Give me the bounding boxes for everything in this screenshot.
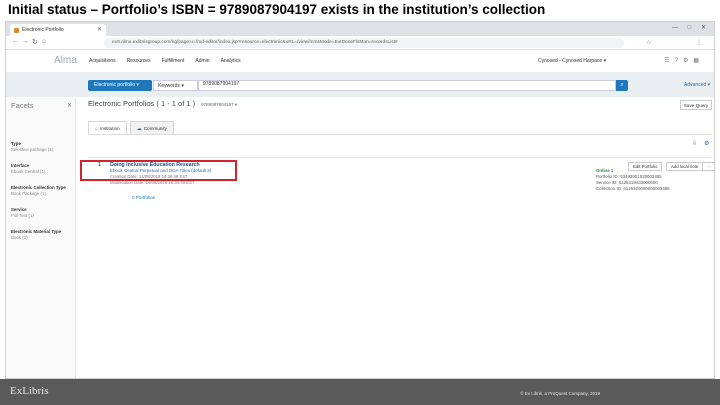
results-query[interactable]: 9789087904197 ▾ — [201, 102, 237, 107]
facet-value[interactable]: Ebook Central (1) — [11, 169, 75, 175]
settings-icon[interactable]: ⚙ — [704, 140, 709, 147]
availability-status[interactable]: Online 1 — [596, 168, 613, 173]
close-icon[interactable]: ✕ — [67, 102, 72, 109]
help-icon[interactable]: ? — [675, 58, 683, 64]
tab-label: Institution — [100, 126, 120, 131]
window-controls[interactable]: — □ ✕ — [672, 24, 710, 31]
reload-icon[interactable]: ↻ — [32, 38, 38, 46]
highlight-box — [80, 160, 237, 181]
menu-admin[interactable]: Admin — [195, 58, 209, 64]
alma-logo[interactable]: Alma — [54, 55, 77, 66]
add-local-note-button[interactable]: Add local note — [666, 162, 704, 171]
slide-footer: ExLibris © Ex Libris, a ProQuest Company… — [0, 379, 720, 405]
institution-icon: ⌂ — [95, 126, 99, 132]
search-input[interactable]: 9789087904197 — [198, 80, 616, 91]
url-field[interactable]: ex9.alma.exlibrisgroup.com/ng/page;u=/md… — [104, 38, 624, 48]
close-tab-icon[interactable]: ✕ — [97, 24, 102, 36]
facet-value[interactable]: Book (1) — [11, 235, 75, 241]
browser-window: Electronic Portfolio ✕ — □ ✕ ← → ↻ ⌂ ex9… — [5, 21, 715, 379]
search-icon: ⌕ — [620, 82, 624, 88]
menu-icon[interactable]: ⋮ — [696, 39, 702, 46]
exlibris-logo: ExLibris — [10, 385, 49, 397]
menu-fulfillment[interactable]: Fulfillment — [162, 58, 185, 64]
results-tabs: ⌂ Institution ☁ Community — [88, 121, 174, 135]
browser-tab[interactable]: Electronic Portfolio ✕ — [10, 24, 106, 36]
facets-panel: Facets ✕ Type Selective package (1) Inte… — [6, 98, 76, 378]
tab-community[interactable]: ☁ Community — [129, 121, 174, 135]
facet-group: Interface Ebook Central (1) — [11, 163, 75, 175]
facets-title: Facets — [11, 101, 34, 110]
export-icon[interactable]: ⇩ — [692, 140, 697, 147]
portfolio-id: Portfolio ID: 53493901530003485 — [596, 174, 662, 179]
results-title: Electronic Portfolios ( 1 - 1 of 1 ) — [88, 99, 196, 108]
footer-copyright: © Ex Libris, a ProQuest Company, 2019 — [520, 391, 600, 396]
tabs-divider — [88, 134, 712, 135]
address-bar: ← → ↻ ⌂ ex9.alma.exlibrisgroup.com/ng/pa… — [6, 36, 714, 50]
user-menu[interactable]: Cynosed - Cynosed Harpace ▾ — [538, 58, 606, 64]
back-icon[interactable]: ← — [12, 38, 19, 45]
search-field-select[interactable]: Keywords ▾ — [153, 80, 198, 91]
save-query-button[interactable]: Save Query — [680, 100, 712, 110]
apps-icon[interactable]: ▦ — [693, 58, 704, 64]
home-icon[interactable]: ⌂ — [42, 38, 46, 45]
forward-icon[interactable]: → — [22, 38, 29, 45]
browser-tab-title: Electronic Portfolio — [22, 27, 64, 33]
slide-title: Initial status – Portfolio’s ISBN = 9789… — [8, 2, 546, 17]
tasks-icon[interactable]: ☰ — [664, 58, 674, 64]
settings-icon[interactable]: ⚙ — [683, 58, 693, 64]
service-id: Service ID: 6125319433000000 — [596, 180, 658, 185]
more-actions-button[interactable]: ··· — [702, 162, 714, 171]
results-header: Electronic Portfolios ( 1 - 1 of 1 ) 9789… — [88, 99, 237, 108]
search-type-select[interactable]: Electronic portfolio ▾ — [88, 80, 152, 91]
tab-label: Community — [143, 126, 167, 131]
facet-value[interactable]: Full Text (1) — [11, 213, 75, 219]
facet-group: Electronic Material Type Book (1) — [11, 229, 75, 241]
favicon-icon — [14, 28, 19, 33]
menu-acquisitions[interactable]: Acquisitions — [89, 58, 116, 64]
menu-resources[interactable]: Resources — [127, 58, 151, 64]
star-icon[interactable]: ☆ — [646, 39, 651, 46]
collection-id: Collection ID: 6125320000000003485 — [596, 186, 670, 191]
search-bar: Electronic portfolio ▾ Keywords ▾ 978908… — [6, 73, 714, 97]
main-menu: Acquisitions Resources Fulfillment Admin… — [89, 58, 241, 64]
community-icon: ☁ — [136, 126, 142, 132]
facet-value[interactable]: Book Package (1) — [11, 191, 75, 197]
browser-tabbar: Electronic Portfolio ✕ — □ ✕ — [6, 22, 714, 36]
alma-header: Alma Acquisitions Resources Fulfillment … — [6, 51, 714, 73]
edit-portfolio-button[interactable]: Edit Portfolio — [628, 162, 663, 171]
facet-value[interactable]: Selective package (1) — [11, 147, 75, 153]
facet-group: Service Full Text (1) — [11, 207, 75, 219]
menu-analytics[interactable]: Analytics — [221, 58, 241, 64]
header-icons: ☰?⚙▦ — [664, 57, 704, 64]
advanced-search-link[interactable]: Advanced ▾ — [684, 82, 710, 88]
search-button[interactable]: ⌕ — [616, 80, 628, 91]
facet-group: Type Selective package (1) — [11, 141, 75, 153]
portfolios-link[interactable]: 0 Portfolios — [132, 195, 155, 200]
tab-institution[interactable]: ⌂ Institution — [88, 121, 127, 135]
facet-group: Electronic Collection Type Book Package … — [11, 185, 75, 197]
